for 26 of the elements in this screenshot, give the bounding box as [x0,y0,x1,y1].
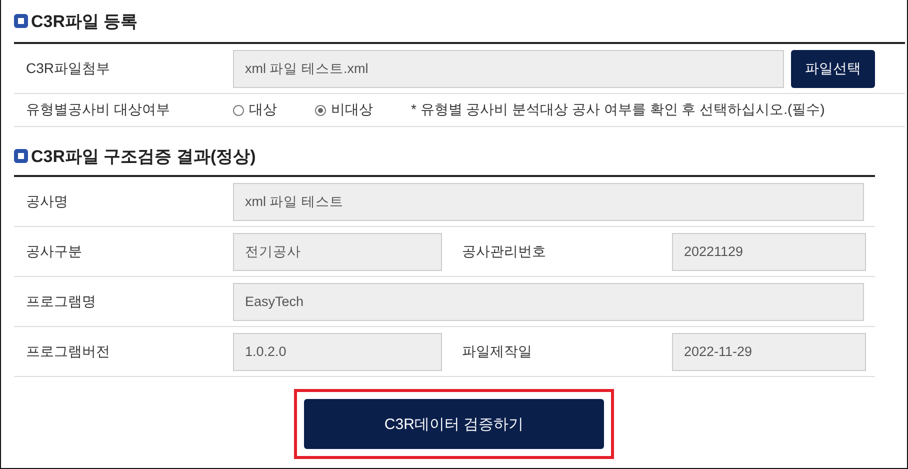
section-title: C3R파일 등록 [31,10,138,32]
readonly-field: EasyTech [233,282,864,320]
square-icon [14,149,28,163]
readonly-field: 20221129 [672,232,866,270]
radio-label[interactable]: 비대상 [331,101,373,119]
field-label: 프로그램명 [25,292,97,310]
radio-label[interactable]: 대상 [249,101,277,119]
readonly-field: 전기공사 [233,232,442,270]
file-name-field[interactable]: xml 파일 테스트.xml [233,50,784,88]
field-label: 공사구분 [25,242,83,260]
field-label: 유형별공사비 대상여부 [25,101,171,119]
readonly-field: 2022-11-29 [672,332,866,370]
field-label: 파일제작일 [461,342,533,360]
readonly-field: 1.0.2.0 [233,332,442,370]
field-label: 프로그램버전 [25,342,111,360]
square-icon [14,14,28,28]
field-label: 공사명 [25,192,69,210]
section-title: C3R파일 구조검증 결과(정상) [31,146,256,168]
field-label: 공사관리번호 [461,242,547,260]
radio-button[interactable] [233,104,244,116]
radio-button[interactable] [315,104,326,116]
verify-button[interactable]: C3R데이터 검증하기 [304,399,604,449]
hint-text: * 유형별 공사비 분석대상 공사 여부를 확인 후 선택하십시오.(필수) [411,101,825,119]
readonly-field: xml 파일 테스트 [233,182,864,220]
file-select-button[interactable]: 파일선택 [791,50,875,88]
field-label: C3R파일첨부 [25,60,112,78]
